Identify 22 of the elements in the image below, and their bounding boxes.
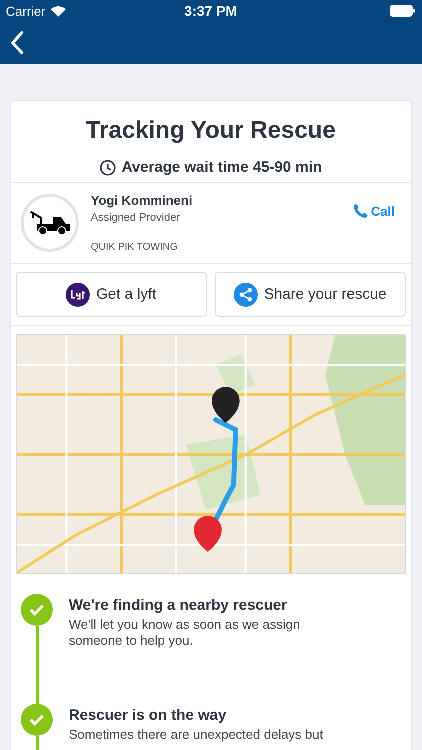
step-description: Sometimes there are unexpected delays but [69, 727, 324, 744]
lyft-button[interactable]: Get a lyft [16, 272, 207, 317]
clock-time: 3:37 PM [184, 3, 238, 19]
battery-icon [390, 5, 416, 17]
carrier-label: Carrier [6, 4, 46, 18]
share-button[interactable]: Share your rescue [215, 272, 406, 317]
page-title: Tracking Your Rescue [85, 116, 337, 145]
lyft-icon [66, 282, 90, 306]
company-name: QUIK PIK TOWING [91, 242, 179, 253]
tow-truck-icon [29, 210, 71, 236]
step-title: Rescuer is on the way [69, 707, 228, 724]
step-title: We're finding a nearby rescuer [69, 597, 288, 614]
back-icon[interactable] [10, 31, 24, 55]
clock-icon [100, 160, 116, 176]
wait-time: Average wait time 45-90 min [122, 159, 322, 176]
provider-name: Yogi Kommineni [91, 193, 194, 208]
share-icon [234, 282, 258, 306]
call-button[interactable]: Call [353, 203, 395, 219]
wifi-icon [50, 6, 66, 16]
provider-role: Assigned Provider [91, 212, 182, 224]
phone-icon [353, 203, 370, 219]
step-description: We'll let you know as soon as we assign someone to help you. [69, 617, 302, 650]
